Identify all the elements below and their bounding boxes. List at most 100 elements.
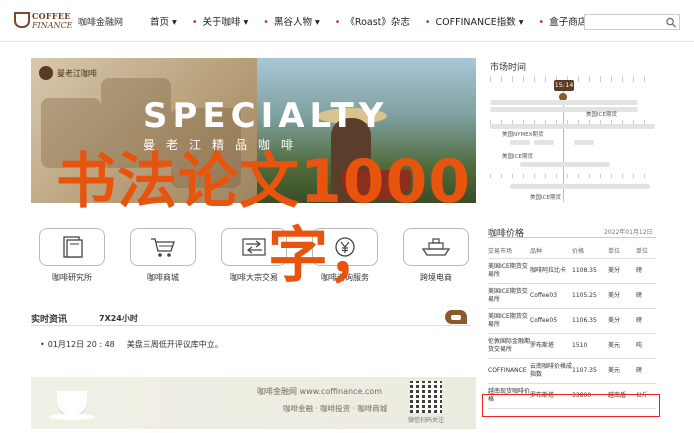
table-cell: Coffee03: [530, 283, 572, 309]
cart-icon: [151, 238, 175, 257]
timeline-bar: [510, 184, 650, 189]
chevron-down-icon: ▾: [172, 17, 177, 28]
site-header: COFFEE FINANCE 咖啡金融网 首页 ▾ • 关于咖啡 ▾ • 黑谷人…: [0, 0, 694, 42]
table-cell: 1105.25: [572, 283, 608, 309]
table-row[interactable]: 美国ICE期货交易所 Coffee03 1105.25 美分磅: [488, 283, 656, 309]
table-cell: 罗布斯塔: [530, 333, 572, 359]
category-mall[interactable]: 咖啡商城: [122, 228, 204, 286]
logo[interactable]: COFFEE FINANCE: [14, 8, 72, 32]
chevron-down-icon: ▾: [518, 17, 524, 28]
chevron-down-icon: ▾: [314, 17, 320, 28]
current-time-badge: 15:14: [554, 80, 574, 91]
banner-brand: 曼老江咖啡: [39, 66, 117, 82]
table-row[interactable]: 伦敦国际金融期货交易所 罗布斯塔 1510 美元吨: [488, 333, 656, 359]
realtime-news-header: 实时资讯 7X24小时: [31, 310, 471, 326]
table-cell: 磅: [636, 283, 656, 309]
table-cell: 磅: [636, 308, 656, 334]
saucer-image: [49, 414, 95, 420]
timeline-label: 美国ICE期货: [530, 195, 561, 201]
search-input[interactable]: [585, 15, 663, 29]
table-cell: 美国ICE期货交易所: [488, 283, 530, 309]
column-header: 品种: [530, 244, 572, 259]
brand-logo-icon: [39, 66, 53, 80]
exchange-icon: [242, 238, 266, 256]
timeline-bar: [490, 124, 655, 129]
column-header: 单位: [608, 244, 636, 259]
table-row[interactable]: COFFINANCE 云南咖啡价格成指数 1107.35 美元磅: [488, 358, 656, 384]
timeline-bar: [520, 162, 610, 167]
highlight-box: [482, 394, 660, 417]
coffee-cup-icon: [14, 12, 30, 28]
table-cell: 1106.35: [572, 308, 608, 334]
banner-brand-text: 曼老江咖啡: [57, 69, 97, 78]
table-cell: 吨: [636, 333, 656, 359]
price-table: 交易市场 品种 价格 单位 单位 美国ICE期货交易所 咖啡阿拉比卡 1108.35…: [488, 244, 656, 409]
table-cell: 1108.35: [572, 258, 608, 284]
table-cell: Coffee05: [530, 308, 572, 334]
realtime-subtitle: 7X24小时: [99, 314, 138, 323]
logo-text-bottom: FINANCE: [32, 21, 73, 30]
timeline-label: 美国ICE期货: [586, 112, 617, 118]
more-tab-icon[interactable]: [445, 310, 467, 324]
search-box: [584, 14, 680, 30]
nav-roast-magazine[interactable]: • 《Roast》杂志: [335, 14, 410, 28]
logo-text-top: COFFEE: [32, 11, 71, 21]
table-cell: 美分: [608, 308, 636, 334]
news-text: 美盘三周低开评议库中立。: [126, 340, 223, 349]
main-nav: 首页 ▾ • 关于咖啡 ▾ • 黑谷人物 ▾ • 《Roast》杂志 • COF…: [150, 14, 610, 28]
timeline-label: 美国NYMEX期货: [502, 132, 544, 138]
news-date: 01月12日 20 : 48: [47, 340, 115, 349]
timeline-bar: [574, 140, 594, 145]
category-shortcuts: 咖啡研究所 咖啡商城 咖啡大宗交易 咖啡咨询服务 跨境电商: [31, 228, 476, 286]
table-cell: 美分: [608, 283, 636, 309]
timeline-bar: [510, 140, 530, 145]
footer-ad-banner[interactable]: 咖啡金融网 www.coffinance.com 咖啡金融 · 咖啡投资 · 咖…: [31, 377, 476, 429]
nav-about-coffee[interactable]: • 关于咖啡 ▾: [192, 14, 248, 28]
table-cell: COFFINANCE: [488, 358, 530, 384]
nav-home[interactable]: 首页 ▾: [150, 14, 177, 28]
ad-site-line: 咖啡金融网 www.coffinance.com: [257, 387, 382, 396]
ship-icon: [421, 238, 451, 256]
category-box: [403, 228, 469, 266]
column-header: 交易市场: [488, 244, 530, 259]
book-icon: [63, 236, 83, 258]
table-cell: 云南咖啡价格成指数: [530, 358, 572, 384]
table-row[interactable]: 美国ICE期货交易所 Coffee05 1106.35 美分磅: [488, 308, 656, 334]
banner-headline: SPECIALTY: [143, 96, 389, 136]
table-header-row: 交易市场 品种 价格 单位 单位: [488, 244, 656, 259]
table-row[interactable]: 美国ICE期货交易所 咖啡阿拉比卡 1108.35 美分磅: [488, 258, 656, 284]
category-box: [130, 228, 196, 266]
category-label: 咖啡商城: [147, 273, 179, 282]
news-item[interactable]: • 01月12日 20 : 48 美盘三周低开评议库中立。: [40, 339, 223, 350]
table-cell: 咖啡阿拉比卡: [530, 258, 572, 284]
table-cell: 伦敦国际金融期货交易所: [488, 333, 530, 359]
category-label: 跨境电商: [420, 273, 452, 282]
table-cell: 磅: [636, 358, 656, 384]
nav-people[interactable]: • 黑谷人物 ▾: [263, 14, 319, 28]
coffee-cup-image: [57, 391, 87, 415]
table-cell: 美国ICE期货交易所: [488, 308, 530, 334]
price-title: 咖啡价格: [488, 229, 525, 239]
category-research[interactable]: 咖啡研究所: [31, 228, 113, 286]
category-cross-border[interactable]: 跨境电商: [395, 228, 477, 286]
search-icon[interactable]: [665, 17, 677, 28]
timeline-bar: [490, 100, 638, 105]
realtime-title: 实时资讯: [31, 315, 68, 325]
timeline-bar: [534, 140, 554, 145]
table-cell: 1107.35: [572, 358, 608, 384]
chevron-down-icon: ▾: [243, 17, 249, 28]
qr-caption: 微信扫码关注: [408, 417, 445, 424]
timeline-ticks: [490, 174, 655, 178]
table-cell: 美国ICE期货交易所: [488, 258, 530, 284]
qr-code-icon: [410, 381, 442, 413]
site-name: 咖啡金融网: [78, 18, 124, 28]
market-timeline: 15:14 美国ICE期货 美国NYMEX期货 美国ICE期货 美国ICE期货: [490, 74, 655, 202]
column-header: 价格: [572, 244, 608, 259]
nav-coffinance-index[interactable]: • COFFINANCE指数 ▾: [425, 14, 524, 28]
column-header: 单位: [636, 244, 656, 259]
watermark-text-line2: 字，: [268, 221, 388, 291]
category-label: 咖啡研究所: [52, 273, 92, 282]
table-cell: 1510: [572, 333, 608, 359]
price-updated-date: 2022年01月12日: [604, 229, 653, 236]
watermark-text-line1: 书法论文1000: [56, 147, 471, 217]
